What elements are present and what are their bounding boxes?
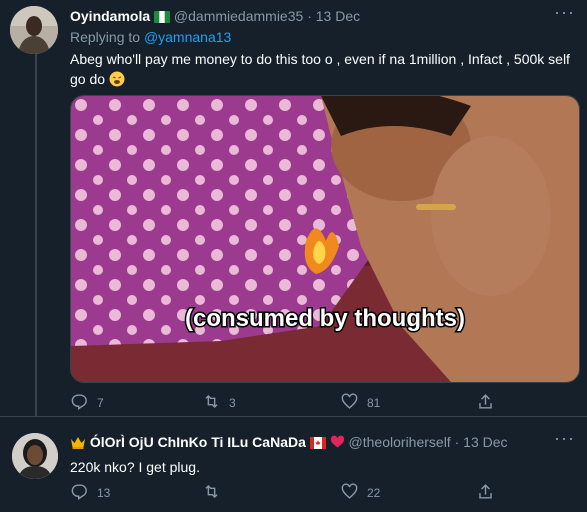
reply-icon xyxy=(70,482,89,504)
share-icon xyxy=(476,482,495,504)
like-count: 22 xyxy=(367,486,381,500)
like-button[interactable]: 22 xyxy=(340,482,380,504)
like-icon xyxy=(340,482,359,504)
tweet-text-body: Abeg who'll pay me money to do this too … xyxy=(70,51,570,87)
reply-button[interactable]: 13 xyxy=(70,482,110,504)
tweet-oyindamola[interactable]: Oyindamola @dammiedammie35 · 13 Dec ··· … xyxy=(0,0,587,417)
timestamp[interactable]: 13 Dec xyxy=(316,8,360,24)
nigeria-flag-icon xyxy=(154,10,171,26)
tweet-image[interactable]: (consumed by thoughts) xyxy=(70,95,580,383)
crown-icon xyxy=(70,435,86,452)
more-options-button[interactable]: ··· xyxy=(554,2,575,23)
tweet-text: Abeg who'll pay me money to do this too … xyxy=(70,49,570,92)
like-button[interactable]: 81 xyxy=(340,392,380,414)
heart-icon xyxy=(330,435,345,452)
separator: · xyxy=(454,434,460,450)
tweet-theoloriherself[interactable]: ÓlOrÌ OjU ChInKo Ti ILu CaNaDa @theolori… xyxy=(0,417,587,512)
retweet-button[interactable] xyxy=(202,482,229,504)
retweet-icon xyxy=(202,392,221,414)
replying-to-link[interactable]: @yamnana13 xyxy=(144,29,231,45)
like-count: 81 xyxy=(367,396,381,410)
handle[interactable]: @dammiedammie35 xyxy=(174,8,303,24)
image-caption: (consumed by thoughts) xyxy=(185,305,465,332)
tweet-text: 220k nko? I get plug. xyxy=(70,459,200,475)
action-bar: 7 3 81 xyxy=(70,392,500,412)
tweet-header: ÓlOrÌ OjU ChInKo Ti ILu CaNaDa @theolori… xyxy=(70,434,508,452)
action-bar: 13 22 xyxy=(70,482,500,502)
share-button[interactable] xyxy=(476,482,495,504)
retweet-count: 3 xyxy=(229,396,236,410)
reply-count: 7 xyxy=(97,396,104,410)
tweet-header: Oyindamola @dammiedammie35 · 13 Dec xyxy=(70,8,360,26)
replying-to-label: Replying to xyxy=(70,29,144,45)
avatar[interactable] xyxy=(12,433,58,479)
like-icon xyxy=(340,392,359,414)
reply-icon xyxy=(70,392,89,414)
avatar[interactable] xyxy=(10,6,58,54)
retweet-icon xyxy=(202,482,221,504)
handle[interactable]: @theoloriherself xyxy=(349,434,451,450)
share-button[interactable] xyxy=(476,392,495,414)
retweet-button[interactable]: 3 xyxy=(202,392,236,414)
canada-flag-icon xyxy=(309,436,326,452)
reply-count: 13 xyxy=(97,486,111,500)
weary-face-icon xyxy=(109,71,125,92)
separator: · xyxy=(307,8,312,24)
thread-line xyxy=(35,54,37,416)
display-name[interactable]: ÓlOrÌ OjU ChInKo Ti ILu CaNaDa xyxy=(90,434,306,450)
reply-button[interactable]: 7 xyxy=(70,392,104,414)
replying-to: Replying to @yamnana13 xyxy=(70,29,231,45)
share-icon xyxy=(476,392,495,414)
more-options-button[interactable]: ··· xyxy=(554,428,575,449)
timestamp[interactable]: 13 Dec xyxy=(463,434,507,450)
display-name[interactable]: Oyindamola xyxy=(70,8,150,24)
